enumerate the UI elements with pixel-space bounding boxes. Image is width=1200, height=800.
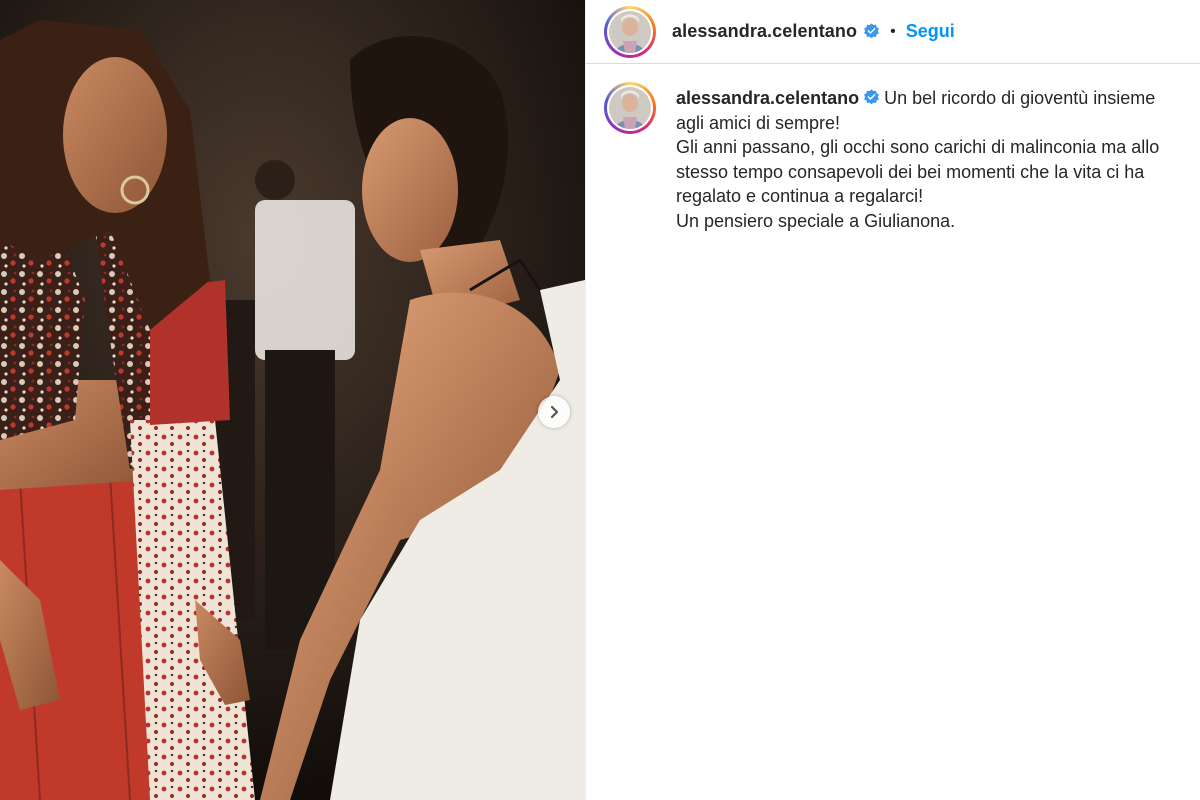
post-details-panel: alessandra.celentano • Segui alessandra.…: [585, 0, 1200, 800]
post-photo: [0, 0, 585, 800]
caption: alessandra.celentano Un bel ricordo di g…: [586, 64, 1200, 233]
caption-avatar[interactable]: [604, 82, 656, 134]
verified-badge-icon: [864, 23, 880, 39]
follow-button[interactable]: Segui: [906, 21, 955, 42]
post-header: alessandra.celentano • Segui: [586, 0, 1200, 64]
avatar-image: [609, 87, 651, 129]
chevron-right-icon: [550, 405, 559, 419]
separator-dot: •: [890, 22, 896, 40]
caption-text: alessandra.celentano Un bel ricordo di g…: [676, 86, 1182, 233]
post-photo-carousel[interactable]: [0, 0, 585, 800]
avatar-image: [609, 10, 651, 53]
caption-username[interactable]: alessandra.celentano: [676, 88, 859, 108]
instagram-post: alessandra.celentano • Segui alessandra.…: [0, 0, 1200, 800]
caption-line-2: Gli anni passano, gli occhi sono carichi…: [676, 137, 1160, 206]
next-photo-button[interactable]: [538, 396, 570, 428]
verified-badge-icon: [864, 89, 880, 105]
caption-line-3: Un pensiero speciale a Giulianona.: [676, 210, 956, 231]
avatar[interactable]: [604, 5, 656, 58]
header-username[interactable]: alessandra.celentano: [672, 21, 857, 42]
